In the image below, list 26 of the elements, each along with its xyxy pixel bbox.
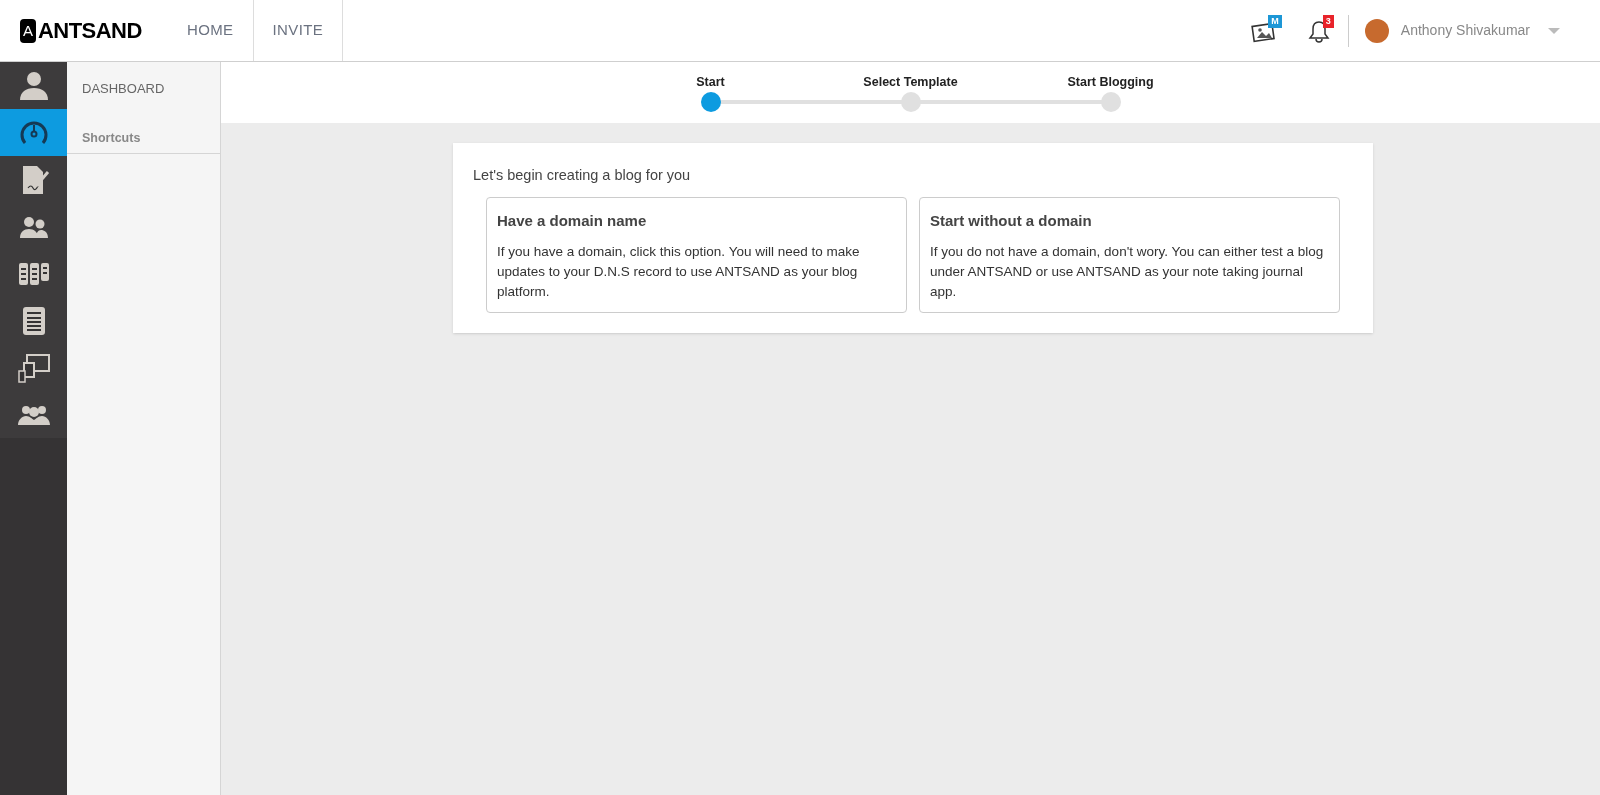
option-title: Start without a domain [930, 210, 1093, 231]
sidebar-section-label: Shortcuts [67, 129, 220, 154]
option-card[interactable]: Start without a domain If you do not have a domain, don't wory. You can either test a blog under ANTSAND or use ANTSAND as your note taking journal app. [919, 196, 1340, 314]
sidebar-nav-item[interactable] [0, 156, 67, 203]
step-label: Start [696, 74, 725, 91]
step-label: Start Blogging [1067, 74, 1154, 91]
media-badge: M [1268, 14, 1282, 28]
user-avatar[interactable] [1364, 18, 1389, 43]
sidebar-nav-item[interactable] [0, 391, 67, 438]
option-description: If you have a domain, click this option. You will need to make updates to your D.N.S record to use ANTSAND as your blog platform. [497, 243, 861, 302]
nav-link[interactable]: INVITE [253, 0, 344, 61]
notification-badge: 3 [1322, 14, 1334, 28]
card-heading: Let's begin creating a blog for you [473, 166, 692, 185]
sidebar-nav-item[interactable] [0, 62, 67, 109]
logo-text: ANTSAND [38, 17, 142, 45]
step-label: Select Template [863, 74, 958, 91]
sidebar-title[interactable]: DASHBOARD [67, 62, 220, 129]
option-description: If you do not have a domain, don't wory. You can either test a blog under ANTSAND or use ANTSAND as your note taking journal app. [930, 243, 1325, 302]
devices-icon [17, 351, 50, 384]
user-name[interactable]: Anthony Shivakumar [1400, 20, 1530, 41]
logo-mark: A [20, 18, 36, 43]
sidebar-nav-item[interactable] [0, 109, 67, 156]
option-title: Have a domain name [497, 210, 648, 231]
option-card[interactable]: Have a domain name If you have a domain, click this option. You will need to make updates to your D.N.S record to use ANTSAND as your blog platform. [486, 196, 907, 314]
user-icon [17, 69, 50, 102]
nav-link[interactable]: HOME [168, 0, 254, 61]
